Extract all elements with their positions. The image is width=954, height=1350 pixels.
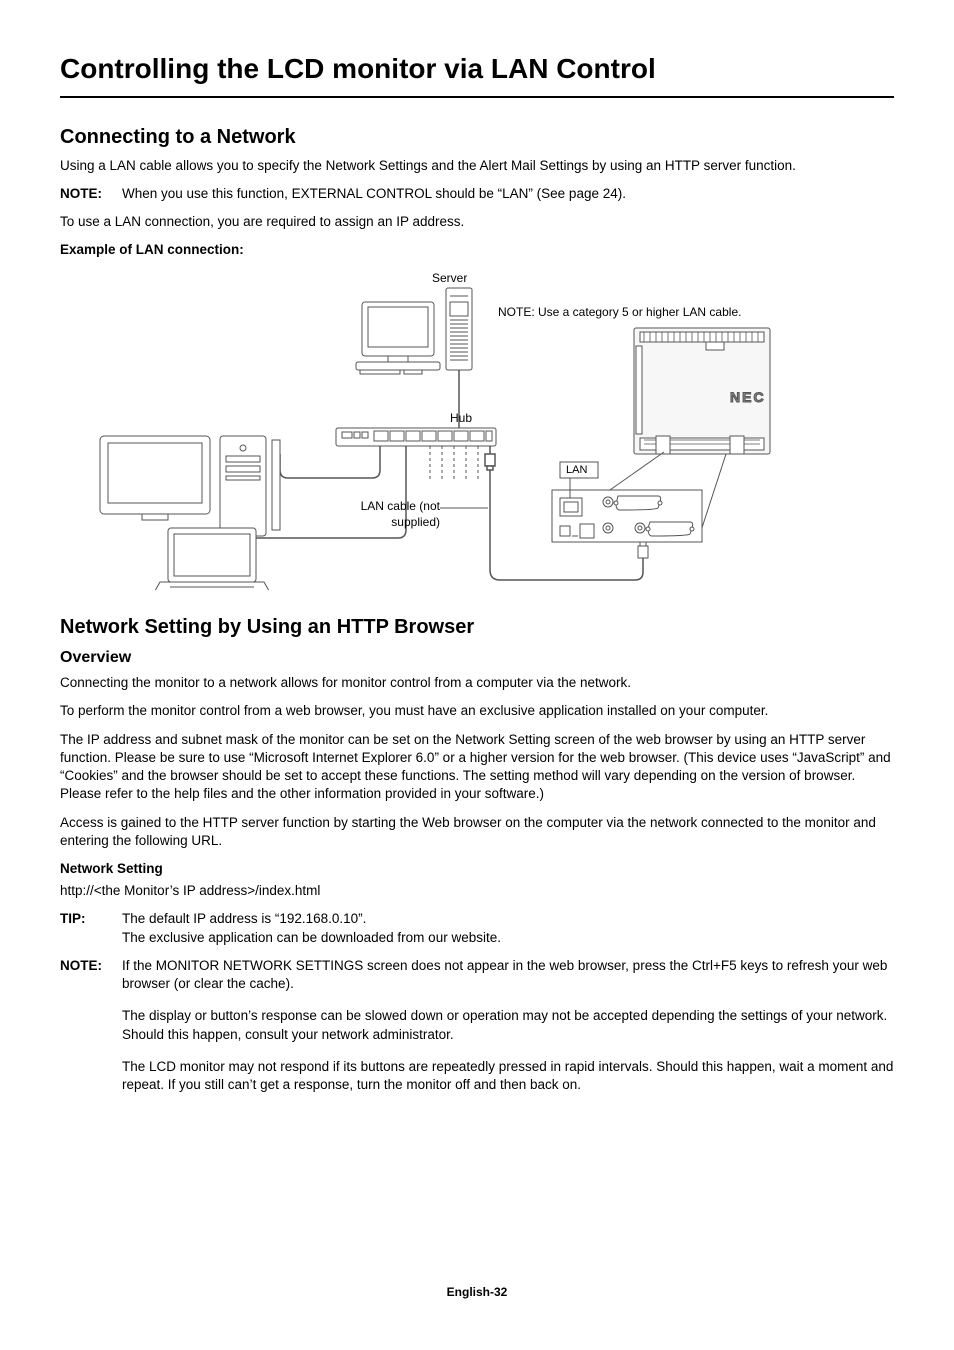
tip-body: The default IP address is “192.168.0.10”… (122, 910, 894, 946)
lan-connection-diagram: NEC (60, 270, 894, 590)
label-cat5-note: NOTE: Use a category 5 or higher LAN cab… (498, 304, 778, 320)
note2-p1: If the MONITOR NETWORK SETTINGS screen d… (122, 957, 894, 993)
tip-label: TIP: (60, 910, 122, 946)
overview-p3: The IP address and subnet mask of the mo… (60, 731, 894, 804)
page-title: Controlling the LCD monitor via LAN Cont… (60, 50, 894, 90)
label-lan: LAN (566, 463, 587, 478)
network-setting-url: http://<the Monitor’s IP address>/index.… (60, 882, 894, 900)
page-content: Controlling the LCD monitor via LAN Cont… (0, 0, 954, 1350)
note-row-1: NOTE: When you use this function, EXTERN… (60, 185, 894, 203)
heading-connecting: Connecting to a Network (60, 124, 894, 151)
intro-paragraph: Using a LAN cable allows you to specify … (60, 157, 894, 175)
overview-p2: To perform the monitor control from a we… (60, 702, 894, 720)
note-body: When you use this function, EXTERNAL CON… (122, 185, 894, 203)
tip-line1: The default IP address is “192.168.0.10”… (122, 911, 366, 926)
note-row-2: NOTE: If the MONITOR NETWORK SETTINGS sc… (60, 957, 894, 1094)
title-rule (60, 96, 894, 98)
heading-overview: Overview (60, 647, 894, 669)
heading-network-setting: Network Setting by Using an HTTP Browser (60, 614, 894, 641)
svg-text:NEC: NEC (730, 389, 766, 405)
overview-p1: Connecting the monitor to a network allo… (60, 674, 894, 692)
page-footer: English-32 (0, 1284, 954, 1300)
label-server: Server (432, 270, 467, 286)
overview-p4: Access is gained to the HTTP server func… (60, 814, 894, 850)
note-label: NOTE: (60, 185, 122, 203)
network-setting-label: Network Setting (60, 860, 894, 878)
note2-p2: The display or button’s response can be … (122, 1007, 894, 1043)
assign-ip-paragraph: To use a LAN connection, you are require… (60, 213, 894, 231)
note2-label: NOTE: (60, 957, 122, 1094)
note2-body: If the MONITOR NETWORK SETTINGS screen d… (122, 957, 894, 1094)
tip-row: TIP: The default IP address is “192.168.… (60, 910, 894, 946)
note2-p3: The LCD monitor may not respond if its b… (122, 1058, 894, 1094)
label-lan-cable: LAN cable (not supplied) (348, 498, 440, 530)
label-hub: Hub (450, 410, 472, 426)
example-label: Example of LAN connection: (60, 241, 894, 259)
tip-line2: The exclusive application can be downloa… (122, 930, 501, 945)
